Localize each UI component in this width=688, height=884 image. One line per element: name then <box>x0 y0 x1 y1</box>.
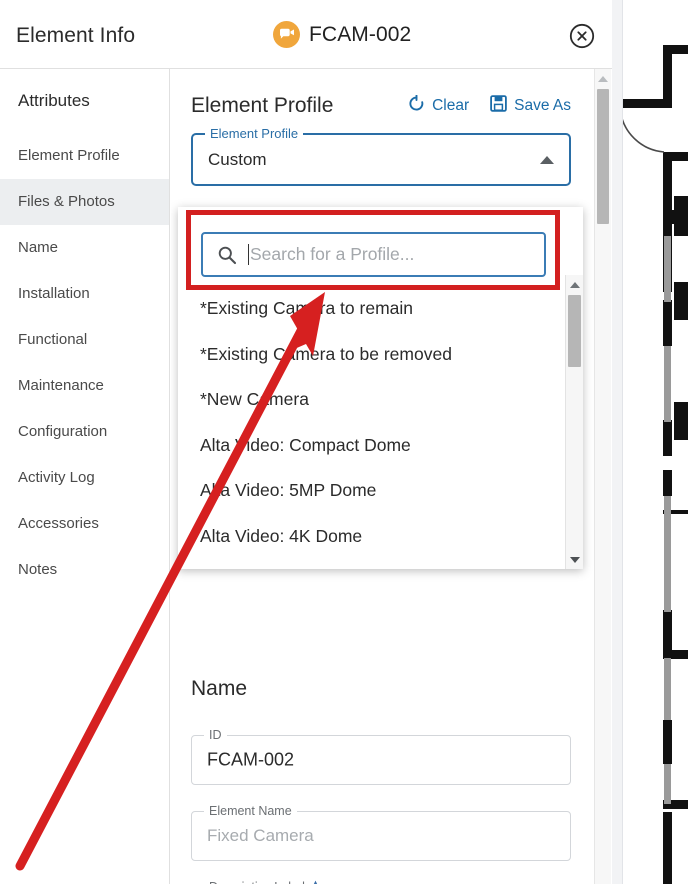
sidebar-heading: Attributes <box>18 91 90 110</box>
video-camera-icon <box>273 21 300 48</box>
triangle-up-icon[interactable] <box>566 276 583 293</box>
refresh-icon <box>408 94 425 117</box>
triangle-down-icon[interactable] <box>566 551 583 568</box>
search-input[interactable]: Search for a Profile... <box>201 232 546 277</box>
element-profile-select[interactable]: Element Profile Custom <box>191 126 571 186</box>
panel-scrollbar-thumb[interactable] <box>597 89 609 224</box>
profile-option-4k-dome[interactable]: Alta Video: 4K Dome <box>178 514 562 560</box>
profile-option-existing-camera-remain[interactable]: *Existing Camera to remain <box>178 286 562 332</box>
panel-header: Element Info FCAM-002 <box>0 0 612 69</box>
attributes-sidebar: Attributes Element Profile Files & Photo… <box>0 69 170 884</box>
element-badge-label: FCAM-002 <box>309 22 412 46</box>
profile-option-compact-dome[interactable]: Alta Video: Compact Dome <box>178 423 562 469</box>
save-as-button-label: Save As <box>514 97 571 114</box>
profile-option-5mp-dome[interactable]: Alta Video: 5MP Dome <box>178 468 562 514</box>
id-field-value: FCAM-002 <box>207 749 295 770</box>
element-badge: FCAM-002 <box>273 21 411 48</box>
profile-options-list: *Existing Camera to remain *Existing Cam… <box>178 286 562 569</box>
section-title-element-profile: Element Profile <box>191 94 334 117</box>
id-field[interactable]: ID FCAM-002 <box>191 728 571 785</box>
sidebar-item-functional[interactable]: Functional <box>0 317 169 363</box>
save-as-button[interactable]: Save As <box>490 95 571 117</box>
floorplan-gutter <box>612 0 623 884</box>
id-field-label: ID <box>204 728 227 742</box>
clear-button-label: Clear <box>432 97 470 114</box>
sidebar-item-installation[interactable]: Installation <box>0 271 169 317</box>
dropdown-scrollbar-thumb[interactable] <box>568 295 581 367</box>
sidebar-item-maintenance[interactable]: Maintenance <box>0 363 169 409</box>
page-title: Element Info <box>16 24 136 47</box>
profile-option-new-camera[interactable]: *New Camera <box>178 377 562 423</box>
clear-button[interactable]: Clear <box>408 94 470 117</box>
text-caret <box>248 244 249 265</box>
sidebar-item-configuration[interactable]: Configuration <box>0 409 169 455</box>
triangle-up-icon[interactable] <box>595 71 611 87</box>
element-profile-section-header: Element Profile Clear Save As <box>191 94 571 118</box>
sidebar-item-element-profile[interactable]: Element Profile <box>0 133 169 179</box>
dropdown-scrollbar[interactable] <box>565 275 583 569</box>
element-name-field[interactable]: Element Name Fixed Camera <box>191 804 571 861</box>
profile-dropdown-menu: Search for a Profile... *Existing Camera… <box>178 207 583 569</box>
sidebar-item-files-photos[interactable]: Files & Photos <box>0 179 169 225</box>
element-name-field-placeholder: Fixed Camera <box>207 826 314 845</box>
floorplan-drawing <box>618 45 688 884</box>
star-icon <box>309 880 322 884</box>
profile-search-row: Search for a Profile... <box>178 207 583 286</box>
profile-option-existing-camera-removed[interactable]: *Existing Camera to be removed <box>178 332 562 378</box>
sidebar-item-name[interactable]: Name <box>0 225 169 271</box>
sidebar-item-notes[interactable]: Notes <box>0 547 169 593</box>
sidebar-item-accessories[interactable]: Accessories <box>0 501 169 547</box>
chevron-up-icon[interactable] <box>540 155 554 164</box>
element-info-panel: Element Info FCAM-002 Attributes Element… <box>0 0 612 884</box>
element-name-field-label: Element Name <box>204 804 297 818</box>
section-title-name: Name <box>191 677 248 700</box>
close-icon[interactable] <box>569 23 595 49</box>
profile-actions: Clear Save As <box>408 94 571 117</box>
panel-content: Element Profile Clear Save As Element Pr… <box>171 69 612 884</box>
search-input-placeholder: Search for a Profile... <box>250 244 415 264</box>
panel-scrollbar[interactable] <box>594 69 611 884</box>
sidebar-item-activity-log[interactable]: Activity Log <box>0 455 169 501</box>
floppy-disk-icon <box>490 95 507 117</box>
sidebar-list: Element Profile Files & Photos Name Inst… <box>0 133 169 593</box>
element-profile-select-label: Element Profile <box>205 126 304 141</box>
element-profile-select-value: Custom <box>208 149 267 169</box>
floorplan-backdrop <box>612 0 688 884</box>
descriptive-label-field-label: Descriptive Label <box>204 880 327 884</box>
search-icon <box>217 245 237 265</box>
